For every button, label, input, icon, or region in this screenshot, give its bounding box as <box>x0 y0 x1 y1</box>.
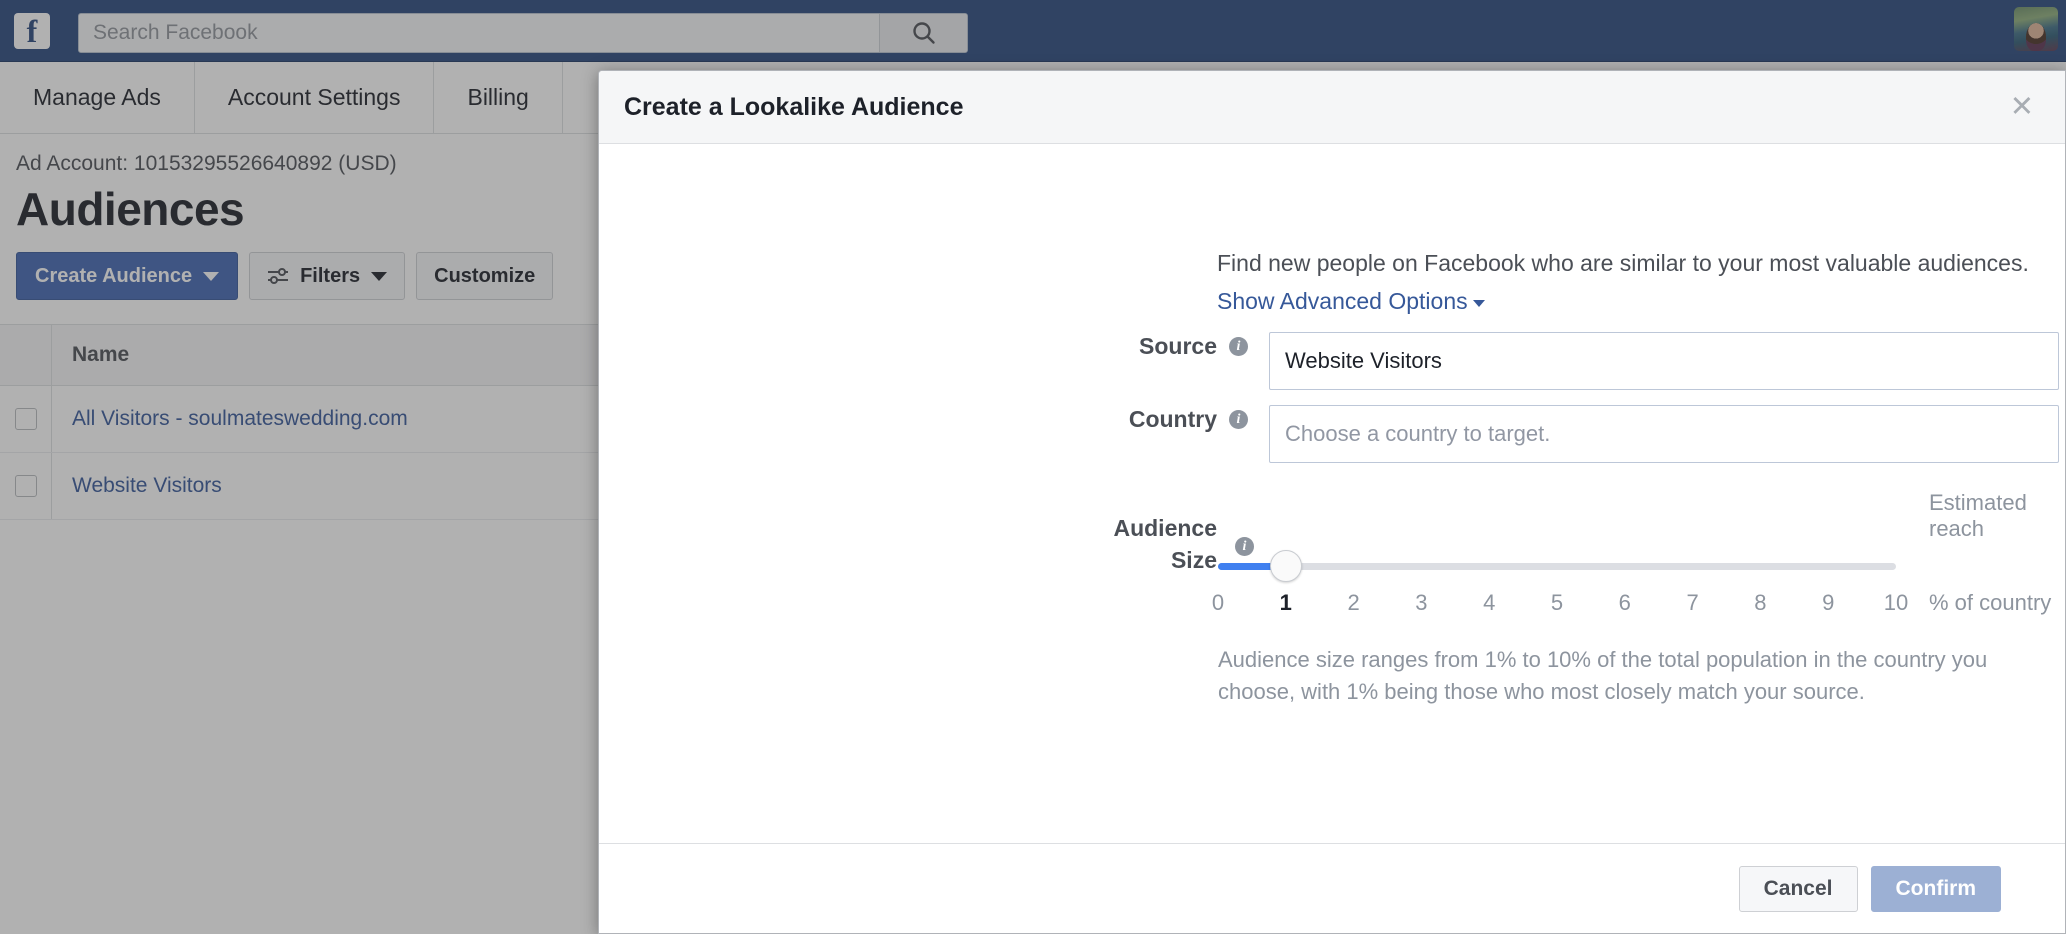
audience-size-label-line1: Audience <box>1113 515 1217 541</box>
slider-tick-2[interactable]: 2 <box>1347 590 1359 616</box>
show-advanced-options-link[interactable]: Show Advanced Options <box>1217 288 1485 315</box>
slider-tick-0[interactable]: 0 <box>1212 590 1224 616</box>
source-field-row: Source i <box>1067 332 2059 390</box>
audience-size-label: Audience Size <box>1067 512 1217 576</box>
slider-tick-1[interactable]: 1 <box>1280 590 1292 616</box>
percent-of-country-label: % of country <box>1929 590 2051 616</box>
slider-tick-9[interactable]: 9 <box>1822 590 1834 616</box>
slider-handle[interactable] <box>1270 550 1302 582</box>
create-lookalike-audience-dialog: Create a Lookalike Audience ✕ Find new p… <box>598 70 2066 934</box>
dialog-title: Create a Lookalike Audience <box>624 93 2004 122</box>
cancel-button[interactable]: Cancel <box>1739 866 1858 912</box>
slider-tick-6[interactable]: 6 <box>1619 590 1631 616</box>
audience-size-label-line2: Size <box>1171 547 1217 573</box>
close-icon[interactable]: ✕ <box>2004 89 2040 126</box>
slider-track[interactable] <box>1218 563 1896 570</box>
dialog-intro-text: Find new people on Facebook who are simi… <box>1217 250 2029 277</box>
slider-tick-7[interactable]: 7 <box>1686 590 1698 616</box>
slider-tick-10[interactable]: 10 <box>1884 590 1908 616</box>
source-label: Source <box>1067 332 1217 360</box>
slider-tick-4[interactable]: 4 <box>1483 590 1495 616</box>
show-advanced-options-label: Show Advanced Options <box>1217 288 1468 315</box>
country-field-row: Country i <box>1067 405 2059 463</box>
slider-tick-labels: 012345678910 <box>1218 590 1896 620</box>
audience-size-help-text: Audience size ranges from 1% to 10% of t… <box>1218 644 2018 708</box>
country-label: Country <box>1067 405 1217 433</box>
dialog-header: Create a Lookalike Audience ✕ <box>599 71 2065 144</box>
info-icon[interactable]: i <box>1229 410 1248 429</box>
chevron-down-icon <box>1473 300 1485 307</box>
slider-tick-3[interactable]: 3 <box>1415 590 1427 616</box>
country-input[interactable] <box>1269 405 2059 463</box>
dialog-body: Find new people on Facebook who are simi… <box>599 144 2065 843</box>
audience-size-slider[interactable] <box>1218 550 1896 582</box>
dialog-footer: Cancel Confirm <box>599 843 2065 933</box>
info-icon[interactable]: i <box>1229 337 1248 356</box>
confirm-button[interactable]: Confirm <box>1871 866 2002 912</box>
estimated-reach-label: Estimated reach <box>1929 490 2065 542</box>
slider-tick-5[interactable]: 5 <box>1551 590 1563 616</box>
source-input[interactable] <box>1269 332 2059 390</box>
slider-tick-8[interactable]: 8 <box>1754 590 1766 616</box>
